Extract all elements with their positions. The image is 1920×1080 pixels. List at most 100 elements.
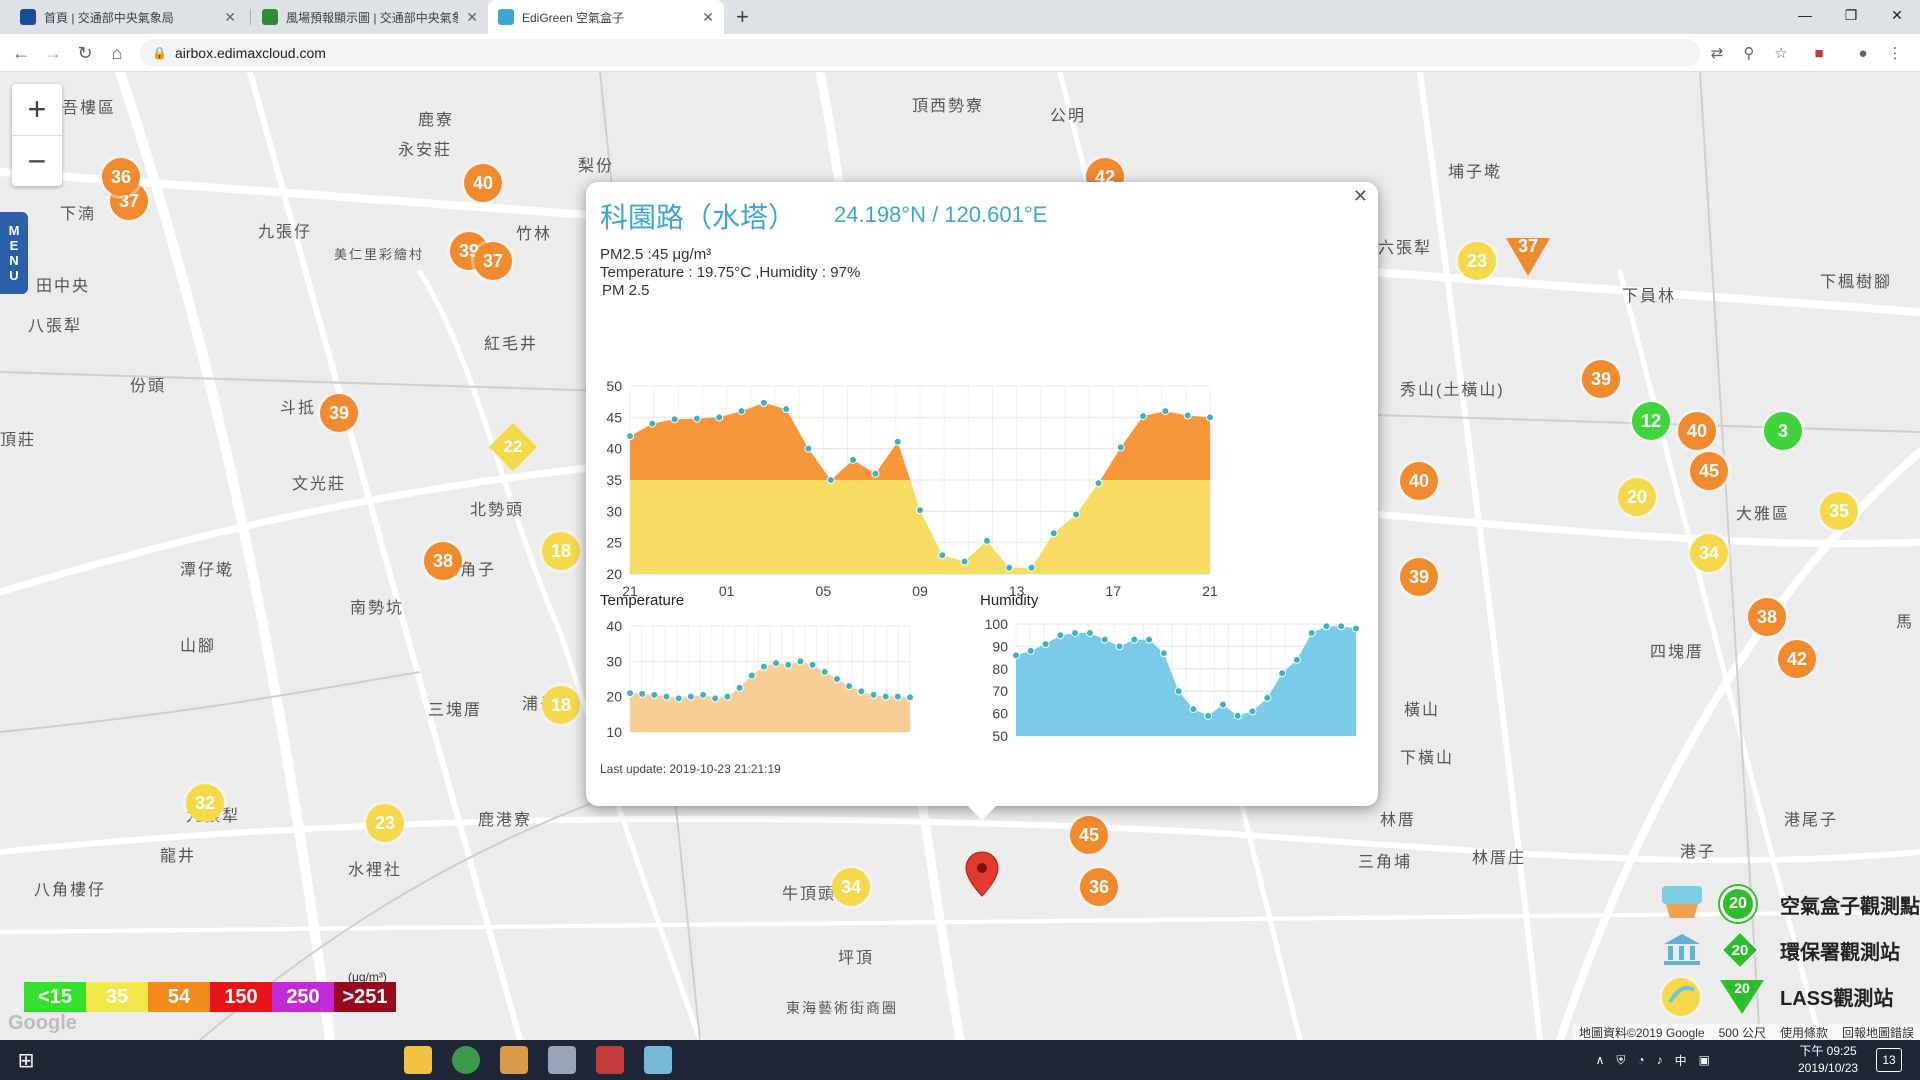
map[interactable]: 吾樓區 鹿寮 永安莊 梨份 頂西勢寮 公明 下湳 九張仔 竹林 美仁里彩繪村 田… <box>0 72 1920 1040</box>
data-point <box>982 536 991 545</box>
data-point <box>1072 510 1081 519</box>
airbox-marker[interactable]: 39 <box>320 394 358 432</box>
ime-indicator[interactable]: 中 <box>1675 1052 1687 1069</box>
keyboard-icon[interactable]: ▣ <box>1699 1053 1710 1067</box>
marker-value: 23 <box>1466 250 1488 271</box>
airbox-marker[interactable]: 12 <box>1632 402 1670 440</box>
location-pin-icon[interactable] <box>964 850 1000 898</box>
menu-button[interactable]: MENU <box>0 212 28 294</box>
map-data-credit: 地圖資料©2019 Google <box>1579 1026 1705 1040</box>
tray-arrow-icon[interactable]: ∧ <box>1596 1053 1605 1067</box>
url-text: airbox.edimaxcloud.com <box>174 45 326 61</box>
airbox-marker[interactable]: 23 <box>366 804 404 842</box>
epa-station-marker[interactable]: 22 <box>488 422 538 472</box>
data-point <box>893 692 902 701</box>
data-point <box>1263 693 1272 702</box>
y-tick-label: 20 <box>606 566 622 582</box>
scale-cell: >251 <box>334 982 396 1012</box>
restore-icon[interactable]: ❐ <box>1828 0 1874 30</box>
zoom-icon[interactable]: ⚲ <box>1738 42 1760 64</box>
data-point <box>1183 411 1192 420</box>
zoom-out-icon[interactable]: − <box>12 135 62 186</box>
close-icon[interactable]: ✕ <box>702 9 714 26</box>
y-tick-label: 10 <box>606 724 622 740</box>
lass-marker[interactable]: 37 <box>1506 236 1550 276</box>
report-error-link[interactable]: 回報地圖錯誤 <box>1842 1024 1914 1040</box>
security-icon[interactable]: ⛨ <box>1616 1053 1625 1068</box>
airbox-marker[interactable]: 42 <box>1778 640 1816 678</box>
place-label: 秀山(土橫山) <box>1400 382 1505 399</box>
file-explorer-icon[interactable] <box>404 1046 432 1074</box>
station-popup: ✕ 科園路（水塔） 24.198°N / 120.601°E PM2.5 :45… <box>586 182 1378 821</box>
data-point <box>759 398 768 407</box>
airbox-marker[interactable]: 18 <box>542 532 580 570</box>
place-label: 四塊厝 <box>1650 644 1705 661</box>
airbox-marker[interactable]: 34 <box>1690 534 1728 572</box>
data-point <box>670 415 679 424</box>
tab-label: 風場預報顯示圖 | 交通部中央氣象局 <box>286 10 459 25</box>
tab-wind-forecast[interactable]: 風場預報顯示圖 | 交通部中央氣象局 ✕ <box>252 0 488 34</box>
terms-link[interactable]: 使用條款 <box>1780 1024 1828 1040</box>
airbox-marker[interactable]: 38 <box>424 542 462 580</box>
reload-icon[interactable]: ↻ <box>72 40 98 66</box>
x-tick-label: 13 <box>1009 583 1025 599</box>
chrome-icon[interactable] <box>452 1046 480 1074</box>
windows-start-icon[interactable]: ⊞ <box>12 1046 40 1074</box>
app-icon[interactable] <box>548 1046 576 1074</box>
airbox-marker[interactable]: 37 <box>474 242 512 280</box>
app-icon[interactable] <box>596 1046 624 1074</box>
forward-icon[interactable]: → <box>40 40 66 66</box>
app-icon[interactable] <box>500 1046 528 1074</box>
data-point <box>1278 669 1287 678</box>
app-icon[interactable] <box>644 1046 672 1074</box>
airbox-marker[interactable]: 23 <box>1458 242 1496 280</box>
notification-icon[interactable]: 13 <box>1876 1048 1902 1072</box>
profile-icon[interactable]: ● <box>1852 42 1874 64</box>
translate-icon[interactable]: ⇄ <box>1706 42 1728 64</box>
airbox-marker[interactable]: 38 <box>1748 598 1786 636</box>
tab-cwb-home[interactable]: 首頁 | 交通部中央氣象局 ✕ <box>10 0 246 34</box>
data-point <box>1145 635 1154 644</box>
zoom-in-icon[interactable]: + <box>12 84 62 135</box>
taskbar-clock[interactable]: 下午 09:25 2019/10/23 <box>1798 1043 1858 1077</box>
y-tick-label: 90 <box>992 638 1008 654</box>
data-point <box>723 692 732 701</box>
data-point <box>871 469 880 478</box>
airbox-marker[interactable]: 45 <box>1690 452 1728 490</box>
airbox-marker[interactable]: 3 <box>1764 412 1802 450</box>
window-close-icon[interactable]: ✕ <box>1874 0 1920 30</box>
airbox-marker[interactable]: 18 <box>542 686 580 724</box>
airbox-marker[interactable]: 39 <box>1582 360 1620 398</box>
airbox-marker[interactable]: 40 <box>1678 412 1716 450</box>
minimize-icon[interactable]: — <box>1782 0 1828 30</box>
airbox-marker[interactable]: 45 <box>1070 816 1108 854</box>
volume-icon[interactable]: ♪ <box>1657 1053 1663 1067</box>
new-tab-icon[interactable]: + <box>736 4 749 30</box>
extension-icon[interactable]: ■ <box>1808 42 1830 64</box>
airbox-marker[interactable]: 20 <box>1618 478 1656 516</box>
data-point <box>808 660 817 669</box>
airbox-marker[interactable]: 34 <box>832 868 870 906</box>
address-bar[interactable]: 🔒 airbox.edimaxcloud.com <box>140 39 1700 67</box>
airbox-marker[interactable]: 40 <box>1400 462 1438 500</box>
tab-edigreen[interactable]: EdiGreen 空氣盒子 ✕ <box>488 0 724 34</box>
place-label: 南勢坑 <box>350 600 405 617</box>
menu-dots-icon[interactable]: ⋮ <box>1884 42 1906 64</box>
station-legend: 20 空氣盒子觀測點 20 環保署觀測站 20 LASS觀測站 <box>1656 880 1920 1018</box>
data-point <box>916 506 924 515</box>
airbox-marker[interactable]: 39 <box>1400 558 1438 596</box>
airbox-marker[interactable]: 35 <box>1820 492 1858 530</box>
close-icon[interactable]: ✕ <box>466 9 478 26</box>
place-label: 龍井 <box>160 848 197 865</box>
bookmark-star-icon[interactable]: ☆ <box>1770 42 1792 64</box>
back-icon[interactable]: ← <box>8 40 34 66</box>
home-icon[interactable]: ⌂ <box>104 40 130 66</box>
wind-favicon-icon <box>262 9 278 25</box>
airbox-marker[interactable]: 40 <box>464 164 502 202</box>
data-point <box>686 692 695 701</box>
close-icon[interactable]: ✕ <box>224 9 236 26</box>
airbox-marker[interactable]: 36 <box>1080 868 1118 906</box>
airbox-marker[interactable]: 32 <box>186 784 224 822</box>
airbox-marker[interactable]: 36 <box>102 158 140 196</box>
network-icon[interactable]: ◔ <box>1637 1053 1644 1067</box>
